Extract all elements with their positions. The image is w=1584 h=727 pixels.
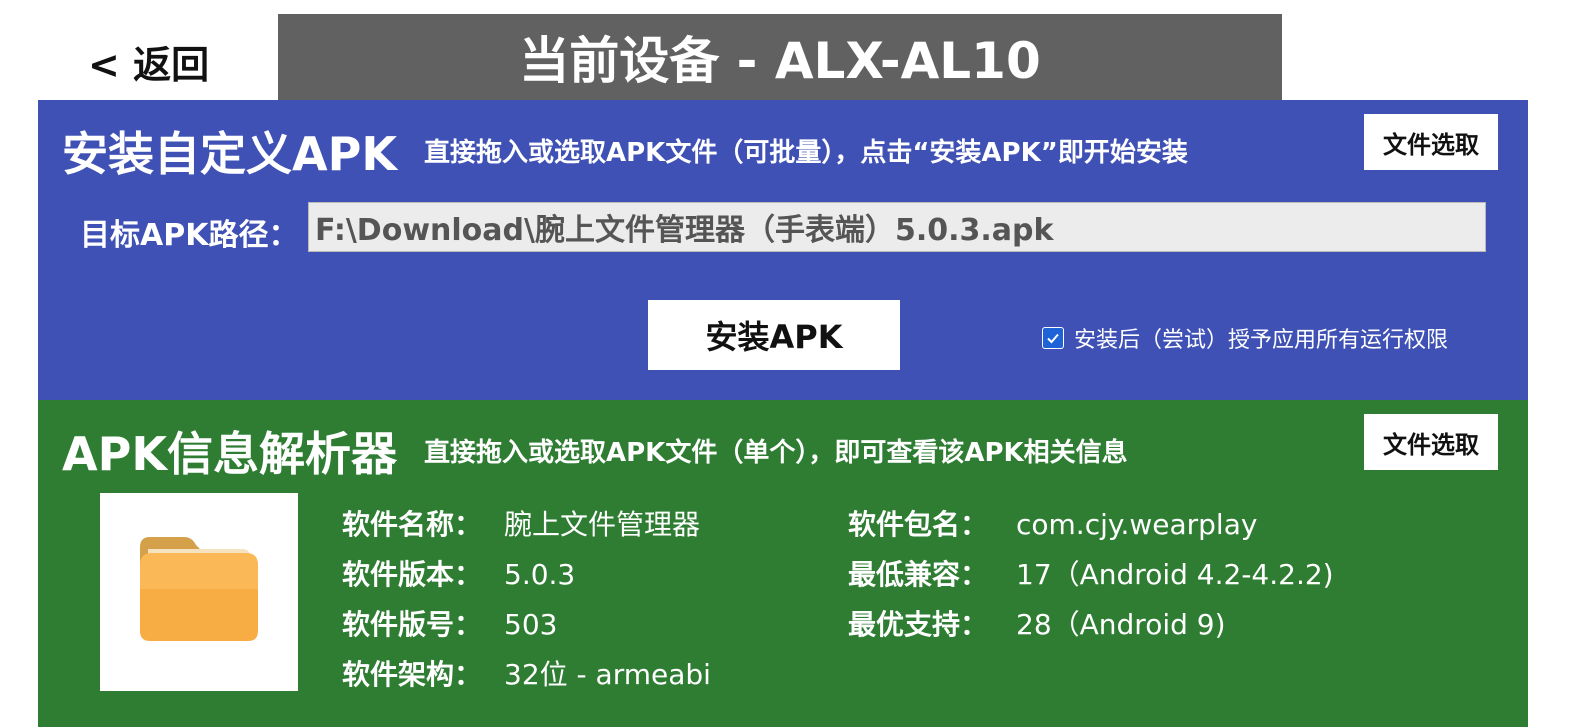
info-row: 软件名称： 腕上文件管理器 (342, 500, 711, 550)
parser-file-select-button[interactable]: 文件选取 (1364, 414, 1498, 470)
info-key: 软件版号： (342, 608, 483, 641)
apk-info-parser-panel: APK信息解析器 直接拖入或选取APK文件（单个），即可查看该APK相关信息 文… (38, 400, 1528, 727)
install-heading: 安装自定义APK (62, 127, 397, 181)
info-key: 最优支持： (848, 608, 989, 641)
parser-description: 直接拖入或选取APK文件（单个），即可查看该APK相关信息 (424, 438, 1128, 468)
install-file-select-button[interactable]: 文件选取 (1364, 114, 1498, 170)
grant-permissions-option[interactable]: 安装后（尝试）授予应用所有运行权限 (1042, 322, 1448, 354)
info-value: 32位 - armeabi (504, 658, 711, 691)
device-title: 当前设备 - ALX-AL10 (278, 14, 1282, 100)
info-row: 最优支持： 28（Android 9) (848, 600, 1334, 650)
checkmark-icon (1047, 333, 1059, 344)
info-key: 软件名称： (342, 508, 483, 541)
info-value: 17（Android 4.2-4.2.2) (1016, 558, 1334, 591)
info-key: 最低兼容： (848, 558, 989, 591)
install-description: 直接拖入或选取APK文件（可批量），点击“安装APK”即开始安装 (424, 138, 1188, 168)
info-value: 28（Android 9) (1016, 608, 1226, 641)
info-row: 最低兼容： 17（Android 4.2-4.2.2) (848, 550, 1334, 600)
info-value: 腕上文件管理器 (504, 508, 701, 541)
back-button[interactable]: < 返回 (88, 36, 209, 87)
info-value: 5.0.3 (504, 558, 576, 591)
grant-permissions-checkbox[interactable] (1042, 327, 1064, 349)
apk-path-label: 目标APK路径： (80, 218, 299, 253)
info-left-column: 软件名称： 腕上文件管理器 软件版本： 5.0.3 软件版号： 503 软件架构… (342, 500, 711, 700)
apk-path-field[interactable]: F:\Download\腕上文件管理器（手表端）5.0.3.apk (308, 202, 1486, 252)
install-apk-panel: 安装自定义APK 直接拖入或选取APK文件（可批量），点击“安装APK”即开始安… (38, 100, 1528, 400)
info-value: 503 (504, 608, 558, 641)
info-row: 软件包名： com.cjy.wearplay (848, 500, 1334, 550)
parser-heading: APK信息解析器 (62, 427, 397, 481)
info-key: 软件版本： (342, 558, 483, 591)
info-row: 软件版号： 503 (342, 600, 711, 650)
folder-icon (140, 537, 258, 641)
info-key: 软件架构： (342, 658, 483, 691)
grant-permissions-label: 安装后（尝试）授予应用所有运行权限 (1074, 328, 1449, 353)
app-icon (100, 493, 298, 691)
info-row: 软件版本： 5.0.3 (342, 550, 711, 600)
info-key: 软件包名： (848, 508, 989, 541)
install-apk-button[interactable]: 安装APK (648, 300, 900, 370)
info-row: 软件架构： 32位 - armeabi (342, 650, 711, 700)
info-value: com.cjy.wearplay (1016, 508, 1258, 541)
info-right-column: 软件包名： com.cjy.wearplay 最低兼容： 17（Android … (848, 500, 1334, 650)
